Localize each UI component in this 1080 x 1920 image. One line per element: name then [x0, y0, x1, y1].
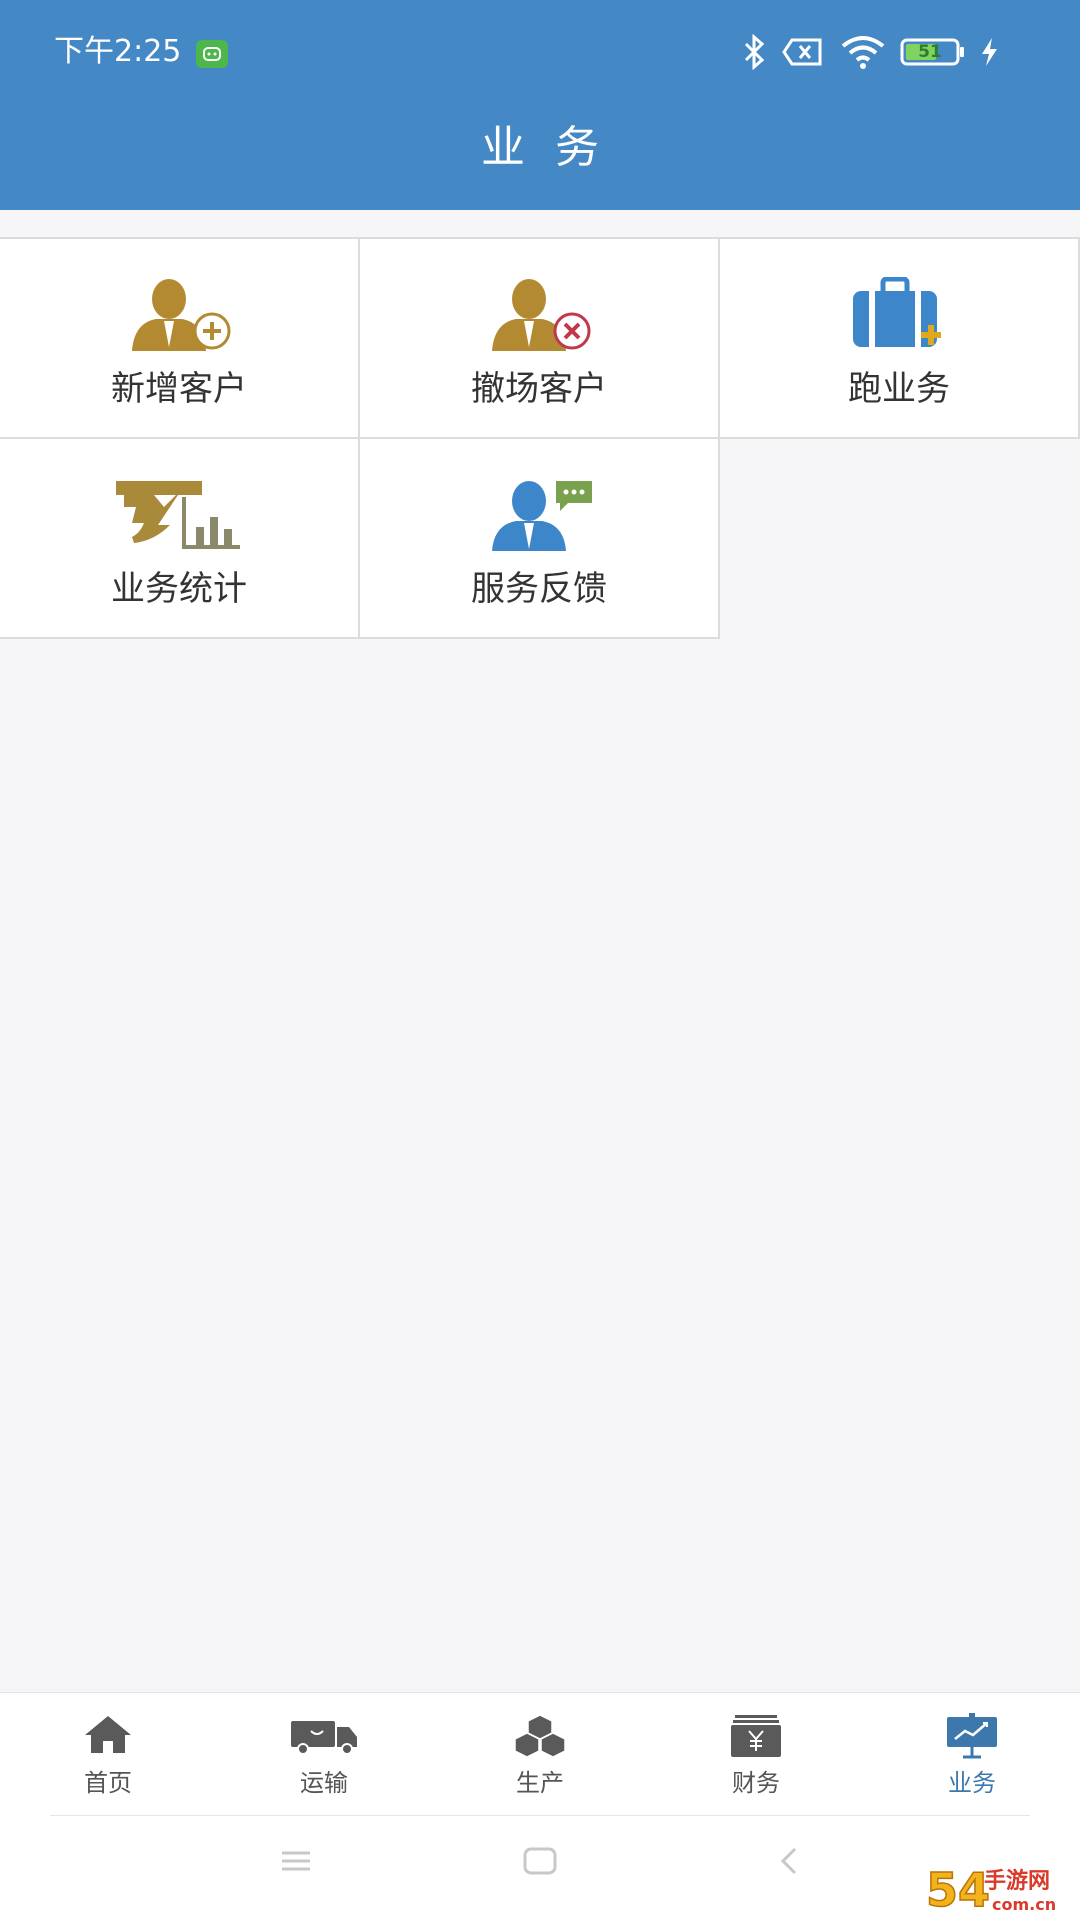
add-customer-label: 新增客户: [111, 369, 247, 409]
nav-label-production: 生产: [516, 1769, 564, 1797]
notification-app-icon: [196, 40, 228, 68]
svg-text:54: 54: [926, 1863, 990, 1916]
service-feedback-icon: [484, 477, 594, 557]
svg-text:手游网: 手游网: [984, 1868, 1050, 1894]
nav-label-home: 首页: [84, 1769, 132, 1797]
svg-text:com.cn: com.cn: [992, 1895, 1056, 1914]
truck-icon: [289, 1713, 359, 1761]
nav-label-finance: 财务: [732, 1769, 780, 1797]
bottom-navigation: 首页 运输 生产 财务 业务: [0, 1692, 1080, 1817]
page-title: 业务: [481, 122, 629, 173]
service-feedback-label: 服务反馈: [471, 569, 607, 609]
business-trip-tile[interactable]: 跑业务: [718, 237, 1080, 439]
wifi-icon: [840, 34, 886, 74]
add-customer-tile[interactable]: 新增客户: [0, 237, 360, 439]
nav-item-transport[interactable]: 运输: [216, 1693, 432, 1817]
business-statistics-icon: [114, 477, 244, 557]
add-customer-icon: [124, 277, 234, 357]
home-button-icon[interactable]: [523, 1846, 557, 1880]
menu-icon[interactable]: [280, 1846, 312, 1880]
business-trip-icon: [849, 276, 949, 357]
business-chart-icon: [945, 1713, 999, 1763]
nav-label-transport: 运输: [300, 1769, 348, 1797]
system-navigation-bar: [0, 1816, 1080, 1920]
business-trip-label: 跑业务: [848, 369, 950, 409]
nav-item-finance[interactable]: 财务: [648, 1693, 864, 1817]
nav-item-home[interactable]: 首页: [0, 1693, 216, 1817]
service-feedback-tile[interactable]: 服务反馈: [358, 437, 720, 639]
status-time: 下午2:25: [54, 34, 182, 69]
nav-item-production[interactable]: 生产: [432, 1693, 648, 1817]
battery-level: 51: [918, 42, 942, 62]
business-statistics-label: 业务统计: [111, 569, 247, 609]
boxes-icon: [513, 1713, 567, 1763]
finance-icon: [729, 1713, 783, 1763]
site-watermark-logo: 54 手游网 com.cn: [925, 1860, 1076, 1918]
remove-customer-icon: [484, 277, 594, 357]
app-header: 下午2:25 51 业务: [0, 0, 1080, 210]
nav-label-business: 业务: [948, 1769, 996, 1797]
back-icon[interactable]: [778, 1846, 800, 1880]
battery-icon: 51: [900, 34, 970, 70]
status-icons: 51: [740, 33, 1030, 74]
bluetooth-icon: [740, 33, 768, 74]
no-sim-icon: [782, 34, 824, 74]
charging-icon: [978, 34, 1000, 74]
business-statistics-tile[interactable]: 业务统计: [0, 437, 360, 639]
remove-customer-tile[interactable]: 撤场客户: [358, 237, 720, 439]
remove-customer-label: 撤场客户: [471, 369, 607, 409]
home-icon: [81, 1713, 135, 1761]
nav-item-business[interactable]: 业务: [864, 1693, 1080, 1817]
